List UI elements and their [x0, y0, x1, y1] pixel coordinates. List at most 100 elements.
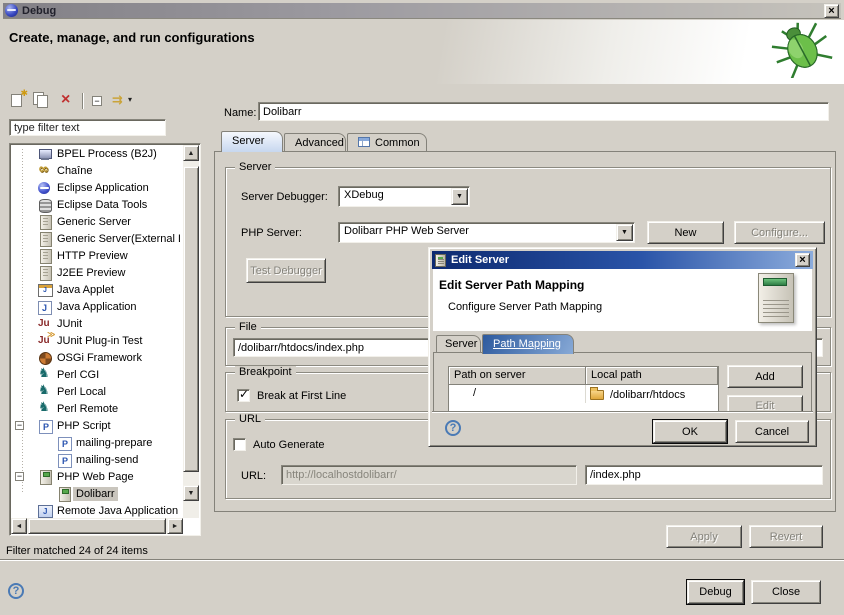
name-input[interactable] [258, 102, 829, 121]
ok-button[interactable]: OK [653, 420, 727, 443]
scroll-down-button[interactable]: ▼ [183, 485, 199, 501]
tree-item[interactable]: −PHP Web Page [11, 468, 180, 485]
tree-item[interactable]: Generic Server [11, 213, 180, 230]
breakpoint-group-title: Breakpoint [235, 366, 296, 378]
chevron-down-icon[interactable]: ▼ [616, 224, 633, 241]
tree-item[interactable]: Generic Server(External La [11, 230, 180, 247]
tree-item[interactable]: Java Applet [11, 281, 180, 298]
debug-button[interactable]: Debug [687, 580, 744, 604]
tree-item[interactable]: mailing-send [11, 451, 180, 468]
tree-item[interactable]: J2EE Preview [11, 264, 180, 281]
configure-server-button[interactable]: Configure... [734, 221, 825, 244]
new-configuration-button[interactable]: ✱ [8, 92, 28, 110]
tree-item[interactable]: Dolibarr [11, 485, 180, 502]
server-tower-icon [758, 273, 794, 323]
dialog-title-bar[interactable]: Edit Server × [432, 251, 813, 269]
remote-java-icon [37, 503, 54, 519]
tree-item[interactable]: Java Application [11, 298, 180, 315]
delete-configuration-button[interactable]: × [58, 92, 78, 110]
database-icon [37, 197, 54, 213]
window-close-button[interactable]: × [824, 4, 839, 18]
tree-item[interactable]: BPEL Process (B2J) [11, 145, 180, 162]
php-server-combo[interactable]: Dolibarr PHP Web Server ▼ [338, 222, 635, 243]
url-path-input[interactable] [585, 465, 823, 485]
help-button[interactable]: ? [8, 583, 24, 599]
tree-item[interactable]: mailing-prepare [11, 434, 180, 451]
path-mapping-row[interactable]: //dolibarr/htdocs [449, 385, 718, 403]
perl-icon [37, 401, 54, 417]
tree-item[interactable]: Remote Java Application [11, 502, 180, 518]
tree-item[interactable]: HTTP Preview [11, 247, 180, 264]
server-group-title: Server [235, 161, 275, 173]
tree-item[interactable]: Eclipse Data Tools [11, 196, 180, 213]
expand-toggle-icon[interactable]: − [15, 472, 24, 481]
config-tree: BPEL Process (B2J)ChaîneEclipse Applicat… [11, 145, 180, 518]
vscroll-thumb[interactable] [183, 166, 199, 472]
dialog-close-button[interactable]: × [795, 253, 810, 267]
server-icon [37, 231, 54, 247]
page-title: Create, manage, and run configurations [9, 30, 255, 45]
column-path-on-server[interactable]: Path on server [449, 367, 586, 385]
column-local-path[interactable]: Local path [586, 367, 718, 385]
scroll-left-button[interactable]: ◄ [11, 518, 27, 534]
tree-item[interactable]: OSGi Framework [11, 349, 180, 366]
server-debugger-label: Server Debugger: [241, 191, 328, 203]
filter-input[interactable] [9, 119, 166, 136]
test-debugger-label: Test Debugger [250, 265, 322, 277]
duplicate-configuration-button[interactable] [32, 92, 52, 110]
tree-item[interactable]: JUnit Plug-in Test [11, 332, 180, 349]
tree-vscrollbar[interactable]: ▲ ▼ [183, 145, 199, 518]
server-debugger-combo[interactable]: XDebug ▼ [338, 186, 470, 207]
junit-plugin-icon [37, 333, 54, 349]
left-panel: ✱ × − ⇉ ▾ BPEL Process (B2J)ChaîneEclips… [6, 88, 202, 562]
tab-advanced[interactable]: Advanced [284, 133, 346, 152]
filter-menu-dropdown[interactable]: ▾ [128, 95, 148, 113]
collapse-all-button[interactable]: − [88, 92, 108, 110]
dialog-tab-frame: Path on server Local path //dolibarr/htd… [433, 352, 812, 414]
new-server-button[interactable]: New [647, 221, 724, 244]
scroll-up-button[interactable]: ▲ [183, 145, 199, 161]
footer-separator [0, 559, 844, 561]
tree-item[interactable]: Eclipse Application [11, 179, 180, 196]
path-on-server-cell: / [449, 385, 586, 403]
osgi-icon [37, 350, 54, 366]
apply-label: Apply [690, 531, 718, 543]
php-server-value[interactable]: Dolibarr PHP Web Server [338, 222, 635, 243]
tree-box: BPEL Process (B2J)ChaîneEclipse Applicat… [9, 143, 201, 536]
tab-server[interactable]: Server [221, 131, 283, 152]
window-title: Debug [22, 5, 56, 17]
expand-toggle-icon[interactable]: − [15, 421, 24, 430]
server-icon [37, 214, 54, 230]
close-button[interactable]: Close [751, 580, 821, 604]
scroll-right-button[interactable]: ► [167, 518, 183, 534]
dialog-help-button[interactable]: ? [445, 420, 461, 436]
chevron-down-icon[interactable]: ▼ [451, 188, 468, 205]
break-first-line-checkbox[interactable] [237, 389, 250, 402]
tree-item[interactable]: −PHP Script [11, 417, 180, 434]
add-mapping-button[interactable]: Add [727, 365, 803, 388]
tree-item[interactable]: Perl CGI [11, 366, 180, 383]
title-bar[interactable]: Debug × [3, 3, 841, 19]
tree-item[interactable]: Chaîne [11, 162, 180, 179]
tree-item-label: Remote Java Application [54, 504, 180, 518]
dialog-tab-path-mapping[interactable]: Path Mapping [482, 334, 574, 354]
php-web-icon [37, 469, 54, 485]
tab-common[interactable]: Common [347, 133, 427, 152]
revert-button[interactable]: Revert [749, 525, 823, 548]
tree-hscrollbar[interactable]: ◄ ► [11, 518, 183, 534]
test-debugger-button[interactable]: Test Debugger [246, 258, 326, 283]
tree-item[interactable]: JUnit [11, 315, 180, 332]
tab-server-label: Server [232, 135, 264, 147]
cancel-button[interactable]: Cancel [735, 420, 809, 443]
dialog-tab-server[interactable]: Server [436, 335, 481, 353]
dialog-heading: Edit Server Path Mapping [439, 278, 584, 292]
url-base-input [281, 465, 577, 485]
hscroll-thumb[interactable] [28, 518, 166, 534]
dialog-banner: Edit Server Path Mapping Configure Serve… [433, 269, 812, 331]
filter-launch-types-button[interactable]: ⇉ [110, 92, 130, 110]
tree-item[interactable]: Perl Remote [11, 400, 180, 417]
apply-button[interactable]: Apply [666, 525, 742, 548]
file-group-title: File [235, 321, 261, 333]
tree-item[interactable]: Perl Local [11, 383, 180, 400]
auto-generate-checkbox[interactable] [233, 438, 246, 451]
